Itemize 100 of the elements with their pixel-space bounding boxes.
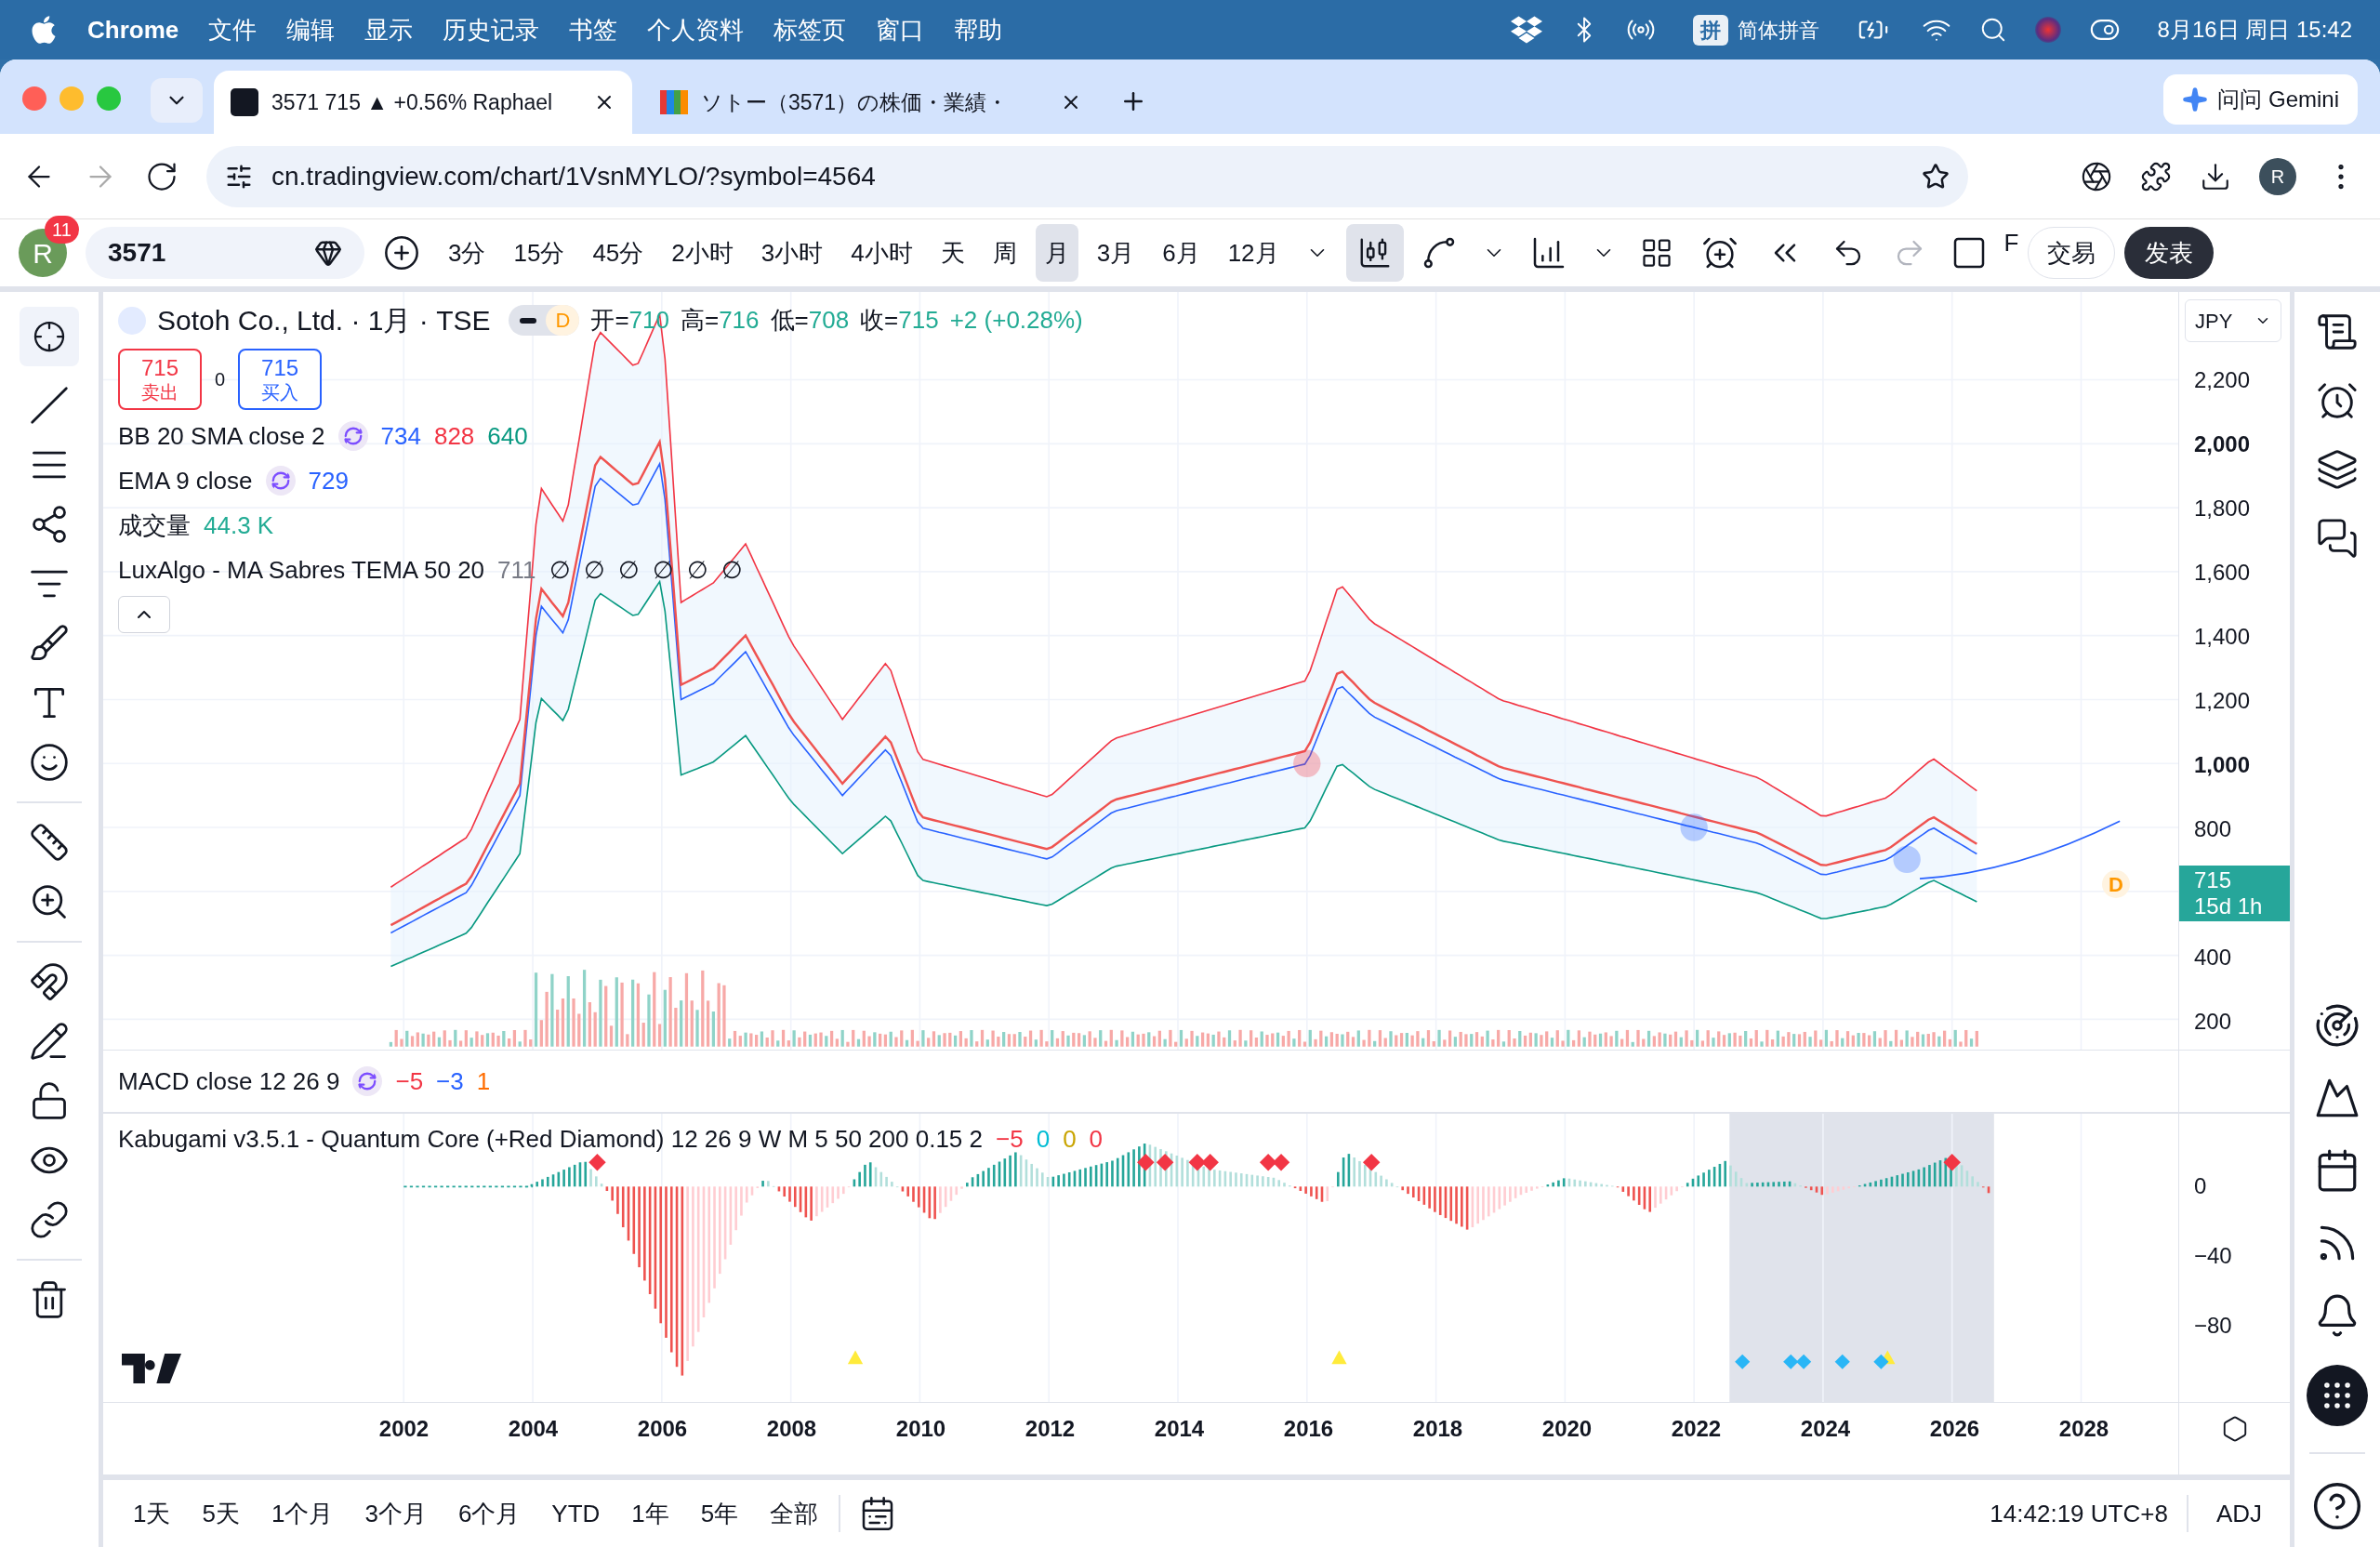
diamond-marker [1873,1354,1889,1369]
chat-icon[interactable] [2316,517,2359,560]
refresh-icon[interactable] [337,421,368,451]
symbol-title[interactable]: Sotoh Co., Ltd. · 1月 · TSE [157,299,491,341]
signal-dot [1293,749,1321,777]
adjust-button[interactable]: ADJ [2206,1488,2271,1540]
star-icon[interactable] [1922,162,1950,191]
indicator-name[interactable]: MACD close 12 26 9 [118,1063,340,1100]
price-axis-label: 1,400 [2194,622,2251,651]
menu-item[interactable]: 个人资料 [647,11,745,48]
indicator-value: ∅ [721,554,743,586]
menu-clock[interactable]: 8月16日 周日 15:42 [2157,13,2352,46]
gemini-button[interactable]: 问问 Gemini [2163,74,2358,125]
menu-item[interactable]: 标签页 [774,11,847,48]
menu-item[interactable]: 显示 [364,11,414,48]
layers-icon[interactable] [2316,448,2359,491]
indicator-value: 44.3 K [204,509,274,541]
interval-button[interactable]: 12月 [1218,224,1289,282]
profile-avatar[interactable]: R [2259,157,2296,195]
interval-button[interactable]: 天 [931,224,974,282]
time-axis-label: 2008 [765,1415,818,1443]
diamond-marker [1201,1154,1219,1171]
range-button[interactable]: 全部 [759,1488,830,1540]
indicator-name[interactable]: EMA 9 close [118,462,253,499]
publish-button[interactable]: 发表 [2124,227,2215,279]
menu-item[interactable]: 帮助 [954,11,1003,48]
notification-badge: 11 [45,216,79,244]
menu-item[interactable]: 书签 [569,11,618,48]
time-axis-label: 2004 [507,1415,560,1443]
refresh-icon[interactable] [352,1066,383,1096]
signal-dot [1680,813,1708,841]
interval-button[interactable]: 3月 [1087,224,1144,282]
menu-item[interactable]: 编辑 [286,11,336,48]
indicator-name[interactable]: BB 20 SMA close 2 [118,417,325,455]
tradingview-logo [122,1354,181,1383]
time-axis-label: 2018 [1411,1415,1464,1443]
symbol-logo-icon [118,306,146,335]
sell-button[interactable]: 715 卖出 [118,349,202,410]
interval-button[interactable]: 4小时 [841,224,922,282]
triangle-marker [1331,1350,1347,1365]
symbol-search[interactable]: 3571 [86,227,364,279]
menu-item[interactable]: 历史记录 [443,11,540,48]
extensions-icon[interactable] [2140,160,2172,192]
trend-line-icon[interactable] [29,385,70,426]
interval-button[interactable]: 15分 [504,224,575,282]
menu-item[interactable]: 窗口 [876,11,925,48]
buy-button[interactable]: 715 买入 [238,349,323,410]
help-icon[interactable] [2311,1480,2363,1532]
magnet-icon[interactable] [29,961,70,1002]
compare-icon[interactable] [383,234,420,271]
smiley-icon[interactable] [29,742,70,783]
indicator-value: 729 [308,465,349,496]
interval-button[interactable]: 45分 [583,224,654,282]
refresh-icon[interactable] [265,466,296,496]
indicator-value: 640 [487,420,528,452]
radar-icon[interactable] [2314,1002,2360,1049]
candlestick-icon[interactable] [1345,224,1404,282]
range-button[interactable]: 5年 [689,1488,750,1540]
menu-item[interactable]: 文件 [208,11,258,48]
time-axis-label: 2002 [377,1415,430,1443]
range-button[interactable]: 6个月 [446,1488,532,1540]
price-axis-label: 2,200 [2194,365,2251,394]
time-axis-label: 2028 [2057,1415,2110,1443]
oscillator-axis-label: −40 [2194,1241,2232,1270]
address-bar[interactable]: cn.tradingview.com/chart/1VsnMYLO/?symbol=4564 [206,145,1968,207]
range-button[interactable]: YTD [540,1488,612,1540]
indicator-value: ∅ [686,554,708,586]
range-button[interactable]: 1天 [122,1488,182,1540]
time-axis-label: 2026 [1928,1415,1981,1443]
range-button[interactable]: 1年 [620,1488,681,1540]
extension-icon[interactable] [2081,160,2112,192]
range-button[interactable]: 1个月 [259,1488,345,1540]
gem-icon[interactable] [314,239,342,267]
indicator-name[interactable]: LuxAlgo - MA Sabres TEMA 50 20 [118,551,485,588]
interval-button[interactable]: 3小时 [751,224,833,282]
browser-tab[interactable]: 3571 715 ▲ +0.56% Raphael [214,71,632,134]
time-axis-label: 2022 [1670,1415,1723,1443]
crosshair-icon[interactable] [20,307,79,366]
interval-button[interactable]: 3分 [439,224,496,282]
ruler-icon[interactable] [29,822,70,863]
pencil-icon[interactable] [29,1021,70,1062]
cut-label: F [2003,228,2019,258]
interval-button[interactable]: 2小时 [662,224,743,282]
browser-tab[interactable]: ソトー（3571）の株価・業績・ [643,71,1099,134]
link-icon[interactable] [29,1199,70,1240]
indicator-value: 734 [380,420,421,452]
interval-button[interactable]: 6月 [1153,224,1210,282]
indicator-name[interactable]: 成交量 [118,507,191,544]
indicator-value: 0 [1089,1124,1104,1155]
interval-button[interactable]: 月 [1035,224,1078,282]
clock-label[interactable]: 14:42:19 UTC+8 [1990,1495,2168,1532]
input-method-badge[interactable]: 拼 [1692,14,1728,46]
app-menu[interactable]: Chrome [87,11,179,48]
range-button[interactable]: 3个月 [353,1488,438,1540]
interval-button[interactable]: 周 [983,224,1026,282]
indicator-name[interactable]: Kabugami v3.5.1 - Quantum Core (+Red Diamond) 12 26 9 W M 5 50 200 0.15 2 [118,1121,983,1157]
range-button[interactable]: 5天 [191,1488,251,1540]
dropbox-icon[interactable] [1510,14,1542,46]
currency-dropdown[interactable]: JPY [2185,299,2281,342]
input-method-label[interactable]: 简体拼音 [1737,14,1819,46]
